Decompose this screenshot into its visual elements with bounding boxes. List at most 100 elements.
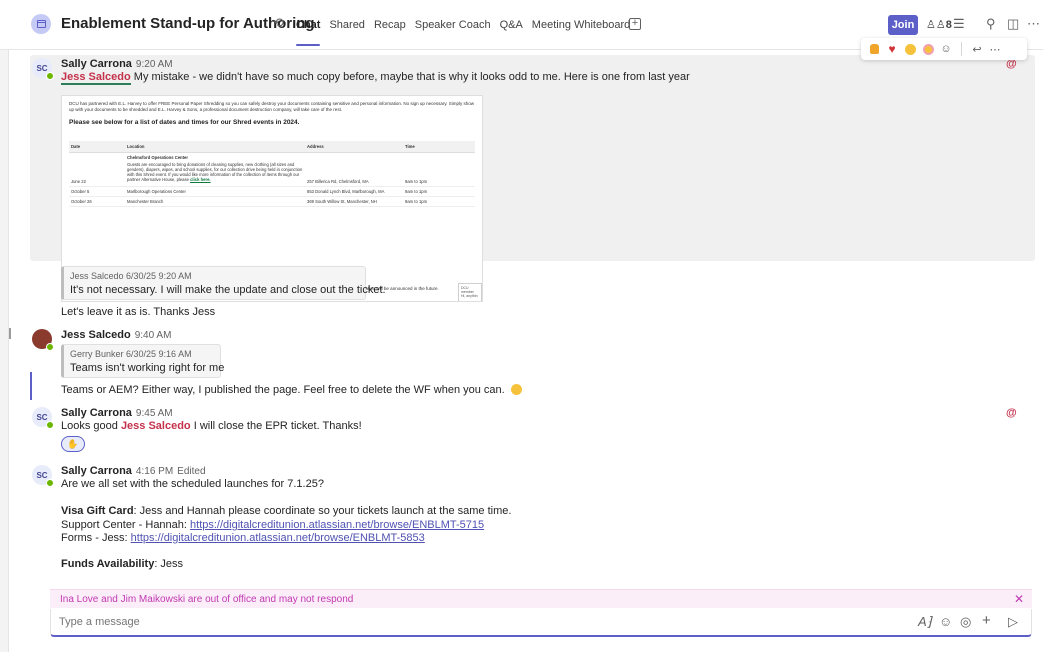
quote-text: It's not necessary. I will make the upda… (70, 284, 386, 296)
message-list[interactable]: SC Sally Carrona 9:20 AM Jess Salcedo My … (10, 50, 1043, 585)
out-of-office-banner: Ina Love and Jim Maikowski are out of of… (50, 589, 1032, 608)
sync-icon[interactable]: ⟲ (273, 15, 284, 31)
message-text: Support Center - Hannah: https://digital… (61, 519, 484, 531)
presence-available-icon (46, 479, 54, 487)
join-button[interactable]: Join (888, 15, 918, 35)
emoji-icon[interactable]: ☺ (939, 614, 952, 629)
more-actions-icon[interactable]: ⋯ (988, 42, 1002, 56)
quoted-reply[interactable]: Gerry Bunker 6/30/25 9:16 AM Teams isn't… (61, 344, 225, 378)
reaction-like-pill[interactable]: ✋ (61, 436, 85, 452)
author-name[interactable]: Sally Carrona (61, 465, 132, 477)
column-header: Time (403, 141, 475, 153)
message-body: Support Center - Hannah: (61, 519, 191, 531)
table-cell: Manchester Branch (125, 196, 305, 207)
avatar[interactable]: SC (32, 465, 54, 487)
message-text: Forms - Jess: https://digitalcreditunion… (61, 532, 425, 544)
quote-meta: Gerry Bunker 6/30/25 9:16 AM (70, 349, 192, 359)
location-title: Chelmsford Operations Center (127, 155, 188, 160)
author-name[interactable]: Sally Carrona (61, 407, 132, 419)
ticket-link[interactable]: https://digitalcreditunion.atlassian.net… (131, 532, 425, 544)
timestamp: 9:20 AM (135, 59, 173, 70)
list-icon[interactable]: ☰ (953, 16, 965, 32)
message-header: Sally Carrona 9:20 AM (61, 58, 173, 70)
add-reaction-icon[interactable]: ☺ (939, 42, 953, 56)
table-cell: 369 South Willow St, Manchester, NH (305, 196, 403, 207)
like-reaction-icon[interactable] (867, 42, 881, 56)
table-cell: June 22 (69, 152, 125, 187)
author-name[interactable]: Sally Carrona (61, 58, 132, 70)
tab-chat[interactable]: Chat (296, 19, 321, 46)
table-cell: October 26 (69, 196, 125, 207)
table-cell: 9am to 1pm (403, 152, 475, 187)
add-tab-icon[interactable]: + (629, 18, 641, 30)
table-cell: 9am to 1pm (403, 186, 475, 197)
table-cell: 257 Billerica Rd, Chelmsford, MA (305, 152, 403, 187)
quoted-reply[interactable]: Jess Salcedo 6/30/25 9:20 AM It's not ne… (61, 266, 386, 300)
message-header: Sally Carrona 9:45 AM (61, 407, 173, 419)
table-cell: 9am to 1pm (403, 196, 475, 207)
grinning-emoji-icon (510, 384, 522, 395)
reply-icon[interactable]: ↩ (970, 42, 984, 56)
doc-chat-tooltip: DCU member Hi, anythin (458, 283, 482, 301)
more-options-icon[interactable]: ⋯ (1027, 16, 1040, 32)
ticket-link[interactable]: https://digitalcreditunion.atlassian.net… (190, 519, 484, 531)
presence-available-icon (46, 421, 54, 429)
avatar-initials: SC (36, 470, 48, 480)
presence-available-icon (46, 343, 54, 351)
tab-qa[interactable]: Q&A (500, 19, 523, 31)
avatar-initials: SC (36, 63, 48, 73)
timestamp: 9:40 AM (134, 330, 172, 341)
message-header: Sally Carrona 4:16 PM Edited (61, 465, 206, 477)
tab-meeting-whiteboard[interactable]: Meeting Whiteboard (532, 19, 630, 31)
doc-intro: DCU has partnered with E.L. Harvey to of… (69, 101, 475, 112)
mention[interactable]: Jess Salcedo (61, 71, 131, 85)
tab-recap[interactable]: Recap (374, 19, 406, 31)
avatar[interactable]: SC (32, 407, 54, 429)
plus-icon[interactable]: + (982, 612, 991, 629)
message-input[interactable] (59, 616, 659, 628)
participants-button[interactable]: ♙♙8 (926, 18, 952, 31)
send-icon[interactable]: ▷ (1008, 614, 1018, 630)
compose-box[interactable]: A⁆ ☺ ◎ + ▷ (50, 609, 1032, 637)
out-of-office-text: Ina Love and Jim Maikowski are out of of… (60, 594, 354, 605)
tab-speaker-coach[interactable]: Speaker Coach (415, 19, 491, 31)
message-body: I will close the EPR ticket. Thanks! (190, 420, 362, 432)
quote-meta: Jess Salcedo 6/30/25 9:20 AM (70, 271, 192, 281)
heart-reaction-icon[interactable]: ♥ (885, 42, 899, 56)
people-icon: ♙♙ (926, 19, 946, 31)
message-text: Are we all set with the scheduled launch… (61, 478, 324, 490)
bold-label: Funds Availability (61, 558, 155, 570)
resize-handle[interactable] (9, 328, 11, 339)
message-text: Let's leave it as is. Thanks Jess (61, 306, 216, 318)
column-header: Address (305, 141, 403, 153)
popout-icon[interactable]: ◫ (1007, 16, 1019, 32)
format-icon[interactable]: A⁆ (918, 614, 932, 630)
participants-count: 8 (945, 19, 952, 31)
quote-text: Teams isn't working right for me (70, 362, 225, 374)
bold-label: Visa Gift Card (61, 505, 134, 517)
doc-table: Date Location Address Time June 22 Chelm… (69, 141, 475, 207)
message-body: Forms - Jess: (61, 532, 131, 544)
message-header: Jess Salcedo 9:40 AM (61, 329, 171, 341)
close-icon[interactable]: ✕ (1014, 592, 1024, 606)
avatar[interactable] (32, 329, 54, 351)
search-icon[interactable]: ⚲ (986, 16, 996, 32)
message-body: : Jess (154, 558, 184, 570)
mention-indicator-icon: @ (1006, 407, 1017, 419)
message-text: Visa Gift Card: Jess and Hannah please c… (61, 505, 511, 517)
avatar[interactable]: SC (32, 58, 54, 80)
table-header-row: Date Location Address Time (69, 141, 475, 153)
table-row: June 22 Chelmsford Operations Center Gue… (69, 152, 475, 187)
message-text: Funds Availability: Jess (61, 558, 183, 570)
author-name[interactable]: Jess Salcedo (61, 329, 131, 341)
location-body: Guests are encouraged to bring donations… (127, 162, 303, 182)
laugh-reaction-icon[interactable] (903, 42, 917, 56)
tab-shared[interactable]: Shared (329, 19, 364, 31)
surprised-reaction-icon[interactable] (921, 42, 935, 56)
column-header: Date (69, 141, 125, 153)
message-body: Looks good (61, 420, 121, 432)
tab-bar: Chat Shared Recap Speaker Coach Q&A Meet… (296, 19, 639, 46)
mention[interactable]: Jess Salcedo (121, 420, 191, 432)
loop-icon[interactable]: ◎ (960, 614, 971, 630)
message-body: Teams or AEM? Either way, I published th… (61, 384, 505, 396)
